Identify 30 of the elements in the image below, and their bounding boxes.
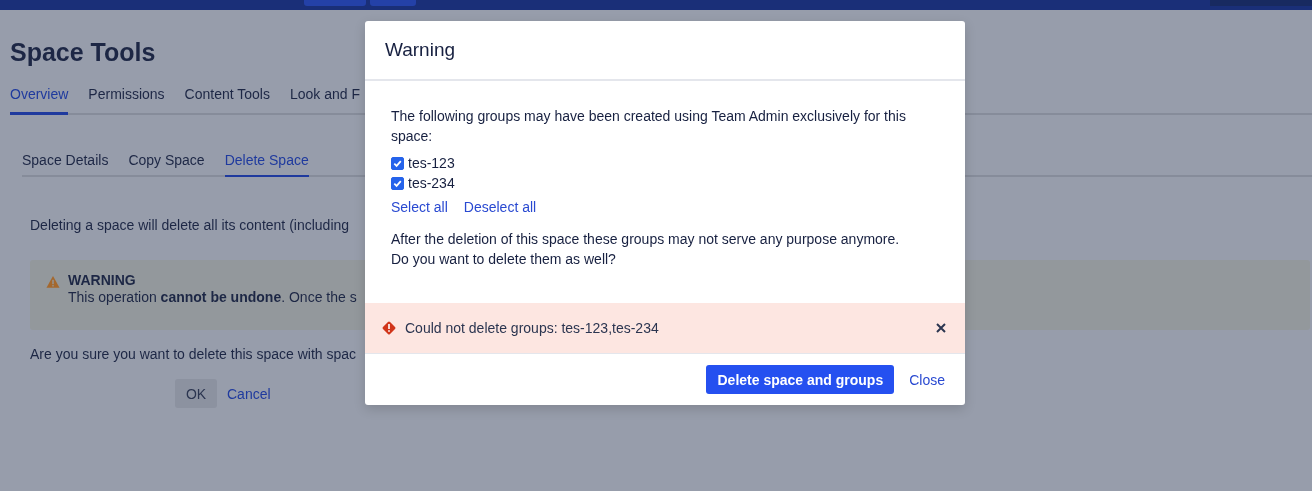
select-all-link[interactable]: Select all [391,199,448,215]
close-link[interactable]: Close [909,371,945,388]
dialog-title: Warning [385,39,456,61]
tab[interactable]: Delete Space [224,152,309,177]
tab[interactable]: Overview [10,84,69,115]
warning-title: WARNING [68,272,136,289]
dialog-text: After the deletion of this space these groups may not serve any purpose anymore. Do you want to delete them as well? [391,230,901,269]
tab[interactable]: Copy Space [128,152,205,177]
warning-icon [46,275,60,289]
checkbox[interactable] [391,176,404,190]
ok-button[interactable]: OK [175,379,217,408]
error-message: Could not delete groups: tes-123,tes-234 [405,320,659,336]
nav-button-background [370,0,416,6]
delete-space-and-groups-button[interactable]: Delete space and groups [706,365,895,394]
checkbox-label: tes-123 [408,155,455,171]
checkbox-label: tes-234 [408,175,455,191]
deselect-all-link[interactable]: Deselect all [463,199,537,215]
dialog-text: The following groups may have been created using Team Admin exclusively for this space: [391,107,907,146]
nav-button-background [304,0,366,6]
tab[interactable]: Permissions [88,84,165,115]
cancel-link[interactable]: Cancel [227,385,271,402]
warning-text: This operation cannot be undone. Once the s [68,289,357,306]
tab[interactable]: Content Tools [184,84,270,115]
tab[interactable]: Space Details [22,152,109,177]
page-title: Space Tools [10,37,156,67]
checkbox[interactable] [391,156,404,170]
tab[interactable]: Look and F [289,84,361,115]
description-text: Deleting a space will delete all its content (including [30,217,350,233]
confirmation-text: Are you sure you want to delete this space with spac [30,346,357,362]
close-icon[interactable] [935,322,947,334]
